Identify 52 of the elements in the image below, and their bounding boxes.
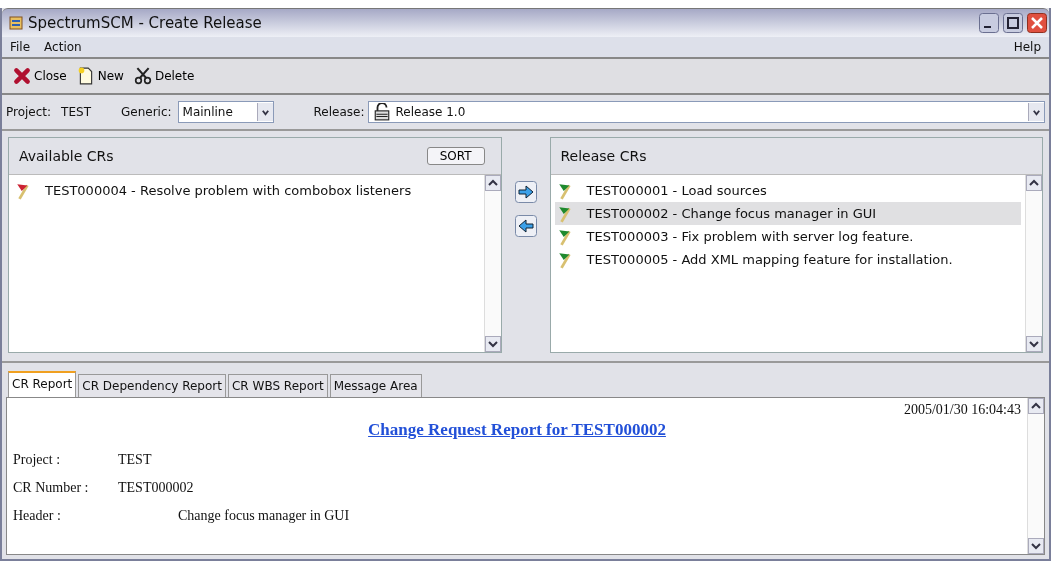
move-right-button[interactable] xyxy=(514,181,537,203)
cr-item[interactable]: TEST000004 - Resolve problem with combobox listeners xyxy=(13,179,480,202)
scroll-down-icon[interactable] xyxy=(1028,538,1044,554)
tab[interactable]: Message Area xyxy=(329,374,422,397)
generic-label: Generic: xyxy=(120,105,172,119)
scroll-down-icon[interactable] xyxy=(484,336,501,352)
scissors-icon xyxy=(133,67,152,85)
scroll-down-icon[interactable] xyxy=(1026,336,1042,352)
minimize-button[interactable] xyxy=(979,13,999,33)
padlock-icon xyxy=(373,103,392,121)
app-icon xyxy=(8,15,24,31)
project-label: Project: xyxy=(6,105,52,119)
cross-icon xyxy=(13,67,31,85)
scroll-up-icon[interactable] xyxy=(1026,175,1042,191)
report-timestamp: 2005/01/30 16:04:43 xyxy=(902,402,1021,419)
new-document-icon xyxy=(76,67,95,85)
close-button[interactable]: Close xyxy=(10,65,70,87)
move-left-button[interactable] xyxy=(514,215,537,237)
field-value: TEST000002 xyxy=(118,480,194,496)
new-button[interactable]: New xyxy=(73,65,127,87)
tab[interactable]: CR Report xyxy=(8,371,77,397)
menu-item[interactable]: Action xyxy=(42,39,84,55)
field-label: Project : xyxy=(13,452,62,468)
panel-title: Release CRs xyxy=(560,148,647,164)
report-title-link[interactable]: Change Request Report for TEST000002 xyxy=(368,420,666,439)
scroll-up-icon[interactable] xyxy=(484,175,501,191)
cr-item[interactable]: TEST000001 - Load sources xyxy=(554,179,1021,202)
window-title: SpectrumSCM - Create Release xyxy=(28,14,262,32)
close-icon[interactable] xyxy=(1027,13,1047,33)
scrollbar[interactable] xyxy=(1025,175,1042,352)
project-name: TEST xyxy=(61,105,91,119)
cr-item[interactable]: TEST000002 - Change focus manager in GUI xyxy=(554,202,1021,225)
scrollbar[interactable] xyxy=(483,175,501,352)
sort-button[interactable]: SORT xyxy=(426,147,485,165)
field-value: TEST xyxy=(118,452,152,468)
cr-item[interactable]: TEST000003 - Fix problem with server log feature. xyxy=(554,225,1021,248)
tab[interactable]: CR Dependency Report xyxy=(78,374,226,397)
scrollbar[interactable] xyxy=(1027,398,1044,554)
tab[interactable]: CR WBS Report xyxy=(228,374,328,397)
delete-button[interactable]: Delete xyxy=(130,65,198,87)
generic-dropdown[interactable]: Mainline xyxy=(177,101,274,123)
field-label: Header : xyxy=(13,508,62,524)
panel-title: Available CRs xyxy=(19,148,114,164)
release-label: Release: xyxy=(313,105,365,119)
field-value: Change focus manager in GUI xyxy=(178,508,350,524)
maximize-button[interactable] xyxy=(1003,13,1023,33)
scroll-up-icon[interactable] xyxy=(1028,398,1044,414)
menu-item[interactable]: File xyxy=(8,39,33,55)
menu-item[interactable]: Help xyxy=(1011,39,1043,55)
release-dropdown[interactable]: Release 1.0 xyxy=(368,101,1045,123)
field-label: CR Number : xyxy=(13,480,90,496)
cr-item[interactable]: TEST000005 - Add XML mapping feature for installation. xyxy=(554,248,1021,271)
